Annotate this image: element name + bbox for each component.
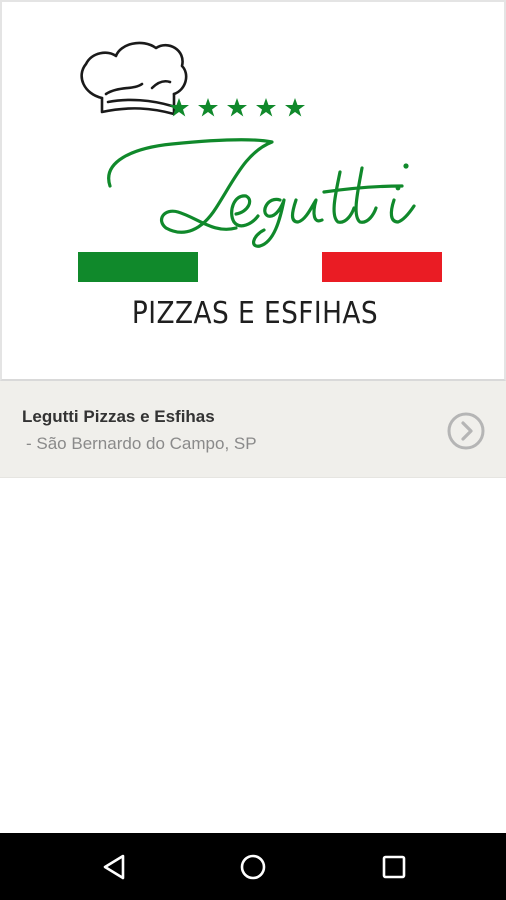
back-triangle-icon[interactable] — [96, 849, 132, 885]
star-icon — [198, 98, 218, 117]
star-icon — [227, 98, 247, 117]
chef-hat-icon — [80, 41, 188, 116]
logo-tagline: PIZZAS E ESFIHAS — [131, 296, 379, 331]
store-name: Legutti Pizzas e Esfihas — [22, 407, 215, 426]
rating-stars — [169, 98, 305, 117]
system-navigation-bar — [0, 833, 506, 900]
flag-red-bar — [322, 252, 442, 282]
chevron-right-circle-icon[interactable] — [446, 411, 486, 451]
home-circle-icon[interactable] — [235, 849, 271, 885]
logo-banner: PIZZAS E ESFIHAS — [0, 0, 506, 381]
star-icon — [285, 98, 305, 117]
recents-square-icon[interactable] — [376, 849, 412, 885]
app-screen: PIZZAS E ESFIHAS Legutti Pizzas e Esfiha… — [0, 0, 506, 900]
flag-green-bar — [78, 252, 198, 282]
store-location: - São Bernardo do Campo, SP — [26, 434, 257, 453]
star-icon — [256, 98, 276, 117]
brand-script-wordmark — [107, 138, 416, 248]
store-list-item[interactable]: Legutti Pizzas e Esfihas - São Bernardo … — [0, 381, 506, 478]
